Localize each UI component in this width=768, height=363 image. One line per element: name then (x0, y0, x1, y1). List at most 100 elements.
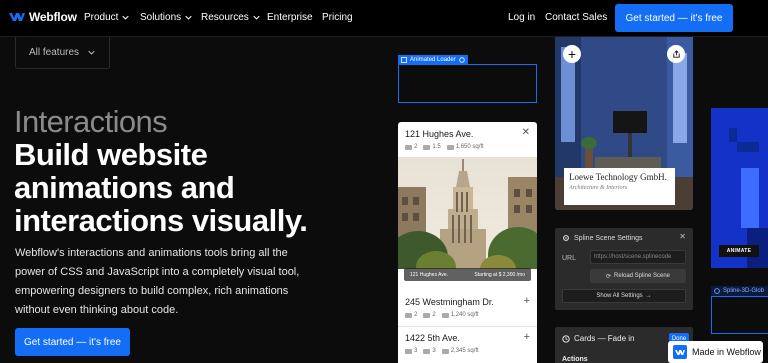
cards-panel-header: Cards — Fade in (562, 334, 634, 343)
item-beds: 3 (414, 348, 418, 354)
all-features-dropdown[interactable]: All features (15, 37, 110, 69)
nav-item-resources[interactable]: Resources (201, 12, 260, 23)
divider (398, 326, 537, 327)
close-icon[interactable]: ✕ (679, 232, 686, 241)
item-baths: 2 (432, 312, 436, 318)
login-link[interactable]: Log in (508, 12, 535, 23)
animated-loader-label: Animated Loader (410, 57, 456, 63)
home-icon (446, 144, 454, 150)
chevron-down-icon (122, 15, 130, 20)
listing-item-title[interactable]: 1422 5th Ave. (405, 333, 460, 343)
nav-item-label: Pricing (322, 12, 353, 23)
item-beds: 2 (414, 312, 418, 318)
home-icon (441, 312, 449, 318)
webflow-logo-icon (9, 13, 25, 21)
hero-get-started-button[interactable]: Get started — it's free (15, 328, 130, 356)
all-features-label: All features (29, 47, 80, 58)
listing-item-meta: 2 2 1,240 sq/ft (405, 312, 479, 318)
nav-item-label: Solutions (140, 12, 182, 23)
globe-icon (714, 288, 720, 294)
item-area: 2,345 sq/ft (450, 348, 479, 354)
chevron-down-icon (185, 15, 192, 20)
building-illustration (398, 157, 537, 269)
brand-name: Webflow (29, 10, 77, 24)
spline-panel-title: Spline Scene Settings (574, 234, 643, 242)
cards-panel-title: Cards — Fade in (574, 334, 635, 343)
section-eyebrow: Interactions (14, 104, 168, 139)
made-in-webflow-badge[interactable]: Made in Webflow (668, 341, 763, 363)
listing-beds: 2 (414, 144, 418, 150)
plus-icon[interactable]: + (524, 331, 530, 343)
spline-3d-label: Spline-3D-Glob (723, 288, 765, 294)
square-icon (401, 57, 407, 63)
bath-icon (423, 348, 431, 354)
url-label: URL (562, 255, 577, 262)
photo-caption-address: 121 Hughes Ave. (410, 271, 448, 278)
photo-caption: 121 Hughes Ave. Starting at $ 2,300 /mo (404, 268, 531, 281)
listing-baths: 1.5 (432, 144, 441, 150)
reload-icon: ⟳ (605, 273, 611, 280)
page: Webflow Product Solutions Resources Ente… (0, 0, 768, 363)
settings-icon (459, 57, 465, 63)
company-subtitle: Architecture & Interiors (569, 185, 628, 191)
item-area: 1,240 sq/ft (450, 312, 479, 318)
top-navbar: Webflow Product Solutions Resources Ente… (0, 0, 768, 37)
show-all-settings-button[interactable]: Show All Settings → (562, 289, 686, 303)
webflow-logo[interactable]: Webflow (9, 10, 77, 24)
bed-icon (405, 144, 412, 150)
nav-item-enterprise[interactable]: Enterprise (267, 12, 313, 23)
url-input[interactable]: https://host/scene.splinecode (590, 250, 686, 264)
hero-headline: Build website animations and interaction… (14, 137, 308, 238)
close-icon[interactable]: ✕ (522, 127, 530, 138)
reload-spline-button[interactable]: ⟳ Reload Spline Scene (590, 269, 686, 283)
spline-panel-header: Spline Scene Settings (562, 234, 643, 242)
company-label: Loewe Technology GmbH. Architecture & In… (564, 168, 675, 205)
spline-3d-tag: Spline-3D-Glob (711, 286, 768, 296)
chevron-down-icon (88, 50, 95, 55)
nav-item-solutions[interactable]: Solutions (140, 12, 192, 23)
webflow-icon (673, 345, 687, 359)
arrow-right-icon: → (645, 293, 652, 299)
show-all-label: Show All Settings (596, 293, 643, 299)
nav-item-product[interactable]: Product (84, 12, 130, 23)
interior-card: + Loewe Technology GmbH. Architecture & … (555, 37, 693, 210)
home-icon (441, 348, 449, 354)
spline-settings-panel: Spline Scene Settings ✕ URL https://host… (555, 228, 693, 310)
bath-icon (423, 312, 431, 318)
item-baths: 3 (432, 348, 436, 354)
bed-icon (405, 312, 412, 318)
made-in-label: Made in Webflow (692, 347, 761, 357)
plus-icon[interactable]: + (524, 295, 530, 307)
animate-card (711, 108, 768, 268)
nav-item-label: Enterprise (267, 12, 313, 23)
add-icon[interactable]: + (563, 45, 581, 63)
actions-heading: Actions (562, 356, 588, 363)
listing-card: 121 Hughes Ave. ✕ 2 1.5 1,650 sq/ft 121 … (398, 122, 537, 363)
get-started-button[interactable]: Get started — it's free (615, 4, 733, 32)
animate-badge: ANIMATE (719, 245, 759, 257)
listing-item-title[interactable]: 245 Westmingham Dr. (405, 297, 494, 307)
photo-caption-price: Starting at $ 2,300 /mo (474, 271, 525, 278)
hero-description: Webflow's interactions and animations to… (15, 247, 300, 316)
listing-meta: 2 1.5 1,650 sq/ft (405, 144, 484, 150)
share-icon[interactable] (667, 45, 685, 63)
share-arrow-icon (672, 49, 680, 58)
building-photo (398, 157, 537, 269)
contact-sales-link[interactable]: Contact Sales (545, 12, 607, 23)
listing-area: 1,650 sq/ft (455, 144, 484, 150)
bath-icon (423, 144, 431, 150)
reload-label: Reload Spline Scene (613, 273, 671, 279)
chevron-down-icon (253, 15, 260, 20)
company-name: Loewe Technology GmbH. (569, 172, 667, 182)
bed-icon (405, 348, 412, 354)
clock-icon (562, 334, 570, 343)
spline-3d-frame[interactable] (711, 296, 768, 334)
nav-item-label: Product (84, 12, 119, 23)
nav-item-pricing[interactable]: Pricing (322, 12, 353, 23)
blue-scene (711, 108, 768, 268)
animated-loader-frame[interactable] (398, 64, 537, 103)
nav-item-label: Resources (201, 12, 249, 23)
listing-item-meta: 3 3 2,345 sq/ft (405, 348, 479, 354)
listing-title: 121 Hughes Ave. (405, 129, 474, 139)
gear-icon (563, 235, 569, 241)
